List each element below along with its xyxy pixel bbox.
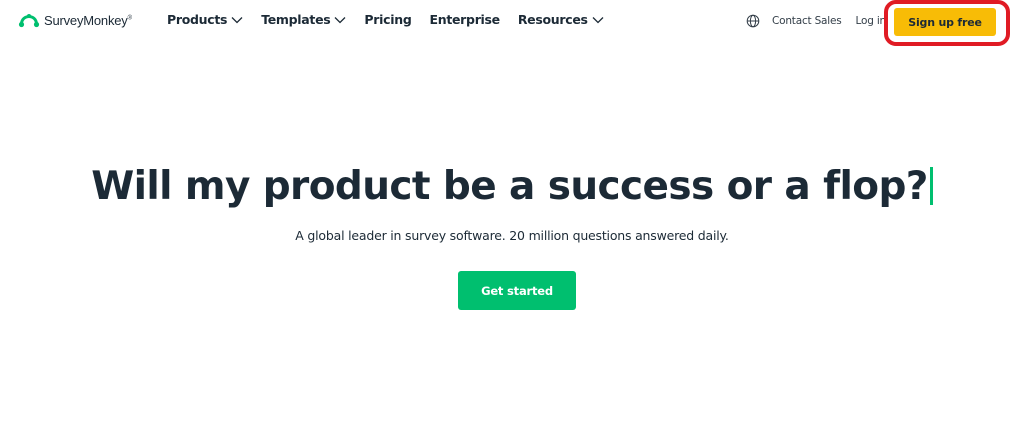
nav-products-label: Products xyxy=(167,12,228,27)
top-navbar: SurveyMonkey® Products Templates Pricing… xyxy=(0,0,1024,46)
nav-pricing-label: Pricing xyxy=(364,12,412,27)
monkey-logo-icon xyxy=(18,14,40,28)
nav-enterprise-label: Enterprise xyxy=(429,12,500,27)
right-nav: Contact Sales Log in xyxy=(746,12,886,30)
nav-templates[interactable]: Templates xyxy=(261,12,346,27)
contact-sales-link[interactable]: Contact Sales xyxy=(772,15,842,27)
hero-subtitle: A global leader in survey software. 20 m… xyxy=(295,228,729,243)
typing-cursor xyxy=(929,167,933,205)
globe-icon[interactable] xyxy=(746,14,760,28)
nav-resources[interactable]: Resources xyxy=(518,12,604,27)
chevron-down-icon xyxy=(231,16,243,23)
nav-pricing[interactable]: Pricing xyxy=(364,12,411,27)
login-link[interactable]: Log in xyxy=(856,15,887,27)
hero-title: Will my product be a success or a flop? xyxy=(0,164,1024,209)
get-started-button[interactable]: Get started xyxy=(458,271,576,310)
logo-text: SurveyMonkey® xyxy=(44,12,132,28)
signup-button[interactable]: Sign up free xyxy=(894,8,996,36)
chevron-down-icon xyxy=(592,16,604,23)
main-nav: Products Templates Pricing Enterprise Re… xyxy=(167,12,622,27)
nav-resources-label: Resources xyxy=(517,12,588,27)
chevron-down-icon xyxy=(334,16,346,23)
nav-products[interactable]: Products xyxy=(167,12,243,27)
nav-templates-label: Templates xyxy=(261,12,331,27)
hero-title-text: Will my product be a success or a flop? xyxy=(91,164,928,209)
surveymonkey-logo[interactable]: SurveyMonkey® xyxy=(18,10,132,30)
nav-enterprise[interactable]: Enterprise xyxy=(429,12,500,27)
